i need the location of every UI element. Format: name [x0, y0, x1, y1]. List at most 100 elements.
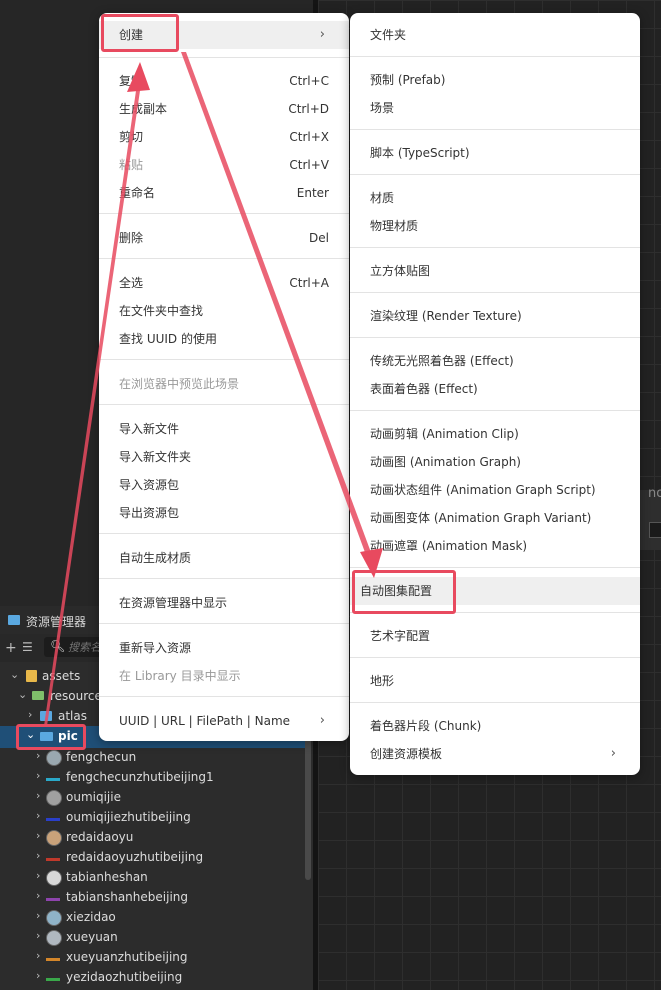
submenu-item-animation-clip[interactable]: 动画剪辑 (Animation Clip) — [350, 420, 640, 448]
submenu-item-label-atlas[interactable]: 艺术字配置 — [350, 622, 640, 650]
submenu-item-prefab[interactable]: 预制 (Prefab) — [350, 66, 640, 94]
menu-item-export-package[interactable]: 导出资源包 — [99, 499, 349, 527]
menu-item-paste[interactable]: 粘贴 Ctrl+V — [99, 151, 349, 179]
menu-item-import-package[interactable]: 导入资源包 — [99, 471, 349, 499]
menu-separator — [99, 213, 349, 214]
menu-item-label: 地形 — [370, 674, 395, 688]
tree-row[interactable]: › fengchecun — [0, 747, 305, 767]
submenu-item-material[interactable]: 材质 — [350, 184, 640, 212]
menu-item-find-uuid[interactable]: 查找 UUID 的使用 — [99, 325, 349, 353]
image-thumbnail-icon — [46, 818, 60, 821]
submenu-item-physics-material[interactable]: 物理材质 — [350, 212, 640, 240]
tree-row[interactable]: › xiezidao — [0, 907, 305, 927]
menu-separator — [350, 247, 640, 248]
tree-label: fengchecun — [66, 750, 137, 764]
chevron-right-icon[interactable]: › — [28, 708, 32, 721]
toolbar-button[interactable] — [649, 522, 661, 538]
tree-row[interactable]: › redaidaoyu — [0, 827, 305, 847]
annotation-box-create — [101, 14, 179, 52]
chevron-right-icon[interactable]: › — [36, 849, 40, 862]
menu-item-label: 重新导入资源 — [119, 641, 192, 655]
chevron-right-icon: › — [319, 713, 325, 728]
menu-item-find-in-folder[interactable]: 在文件夹中查找 — [99, 297, 349, 325]
menu-item-auto-material[interactable]: 自动生成材质 — [99, 544, 349, 572]
menu-item-delete[interactable]: 删除 Del — [99, 224, 349, 252]
tree-row[interactable]: › oumiqijiezhutibeijing — [0, 807, 305, 827]
menu-item-show-in-library[interactable]: 在 Library 目录中显示 — [99, 662, 349, 690]
database-icon — [26, 670, 37, 682]
submenu-item-animation-graph[interactable]: 动画图 (Animation Graph) — [350, 448, 640, 476]
menu-separator — [99, 57, 349, 58]
tree-row[interactable]: › tabianheshan — [0, 867, 305, 887]
chevron-right-icon[interactable]: › — [36, 749, 40, 762]
menu-item-cut[interactable]: 剪切 Ctrl+X — [99, 123, 349, 151]
chevron-right-icon[interactable]: › — [36, 909, 40, 922]
chevron-right-icon[interactable]: › — [36, 769, 40, 782]
chevron-right-icon[interactable]: › — [36, 949, 40, 962]
menu-item-label: 立方体贴图 — [370, 264, 431, 278]
chevron-down-icon[interactable]: ⌄ — [10, 668, 19, 681]
assets-panel-title: 资源管理器 — [26, 615, 87, 629]
chevron-right-icon[interactable]: › — [36, 869, 40, 882]
submenu-item-unlit-shader[interactable]: 传统无光照着色器 (Effect) — [350, 347, 640, 375]
menu-item-copy[interactable]: 复制 Ctrl+C — [99, 67, 349, 95]
chevron-down-icon[interactable]: ⌄ — [18, 688, 27, 701]
image-thumbnail-icon — [46, 778, 60, 781]
menu-item-label: 粘贴 — [119, 158, 144, 172]
submenu-item-cubemap[interactable]: 立方体贴图 — [350, 257, 640, 285]
menu-item-label: 在 Library 目录中显示 — [119, 669, 241, 683]
tree-row[interactable]: › redaidaoyuzhutibeijing — [0, 847, 305, 867]
tree-row[interactable]: › tabianshanhebeijing — [0, 887, 305, 907]
menu-separator — [350, 567, 640, 568]
tree-row[interactable]: › oumiqijie — [0, 787, 305, 807]
sort-icon[interactable]: ☰ — [22, 640, 33, 654]
menu-separator — [350, 410, 640, 411]
menu-item-label: 文件夹 — [370, 28, 407, 42]
menu-item-label: 物理材质 — [370, 219, 419, 233]
menu-item-import-file[interactable]: 导入新文件 — [99, 415, 349, 443]
submenu-item-animation-graph-variant[interactable]: 动画图变体 (Animation Graph Variant) — [350, 504, 640, 532]
menu-item-duplicate[interactable]: 生成副本 Ctrl+D — [99, 95, 349, 123]
chevron-right-icon[interactable]: › — [36, 789, 40, 802]
menu-item-label: 查找 UUID 的使用 — [119, 332, 217, 346]
chevron-right-icon[interactable]: › — [36, 829, 40, 842]
menu-item-label: 渲染纹理 (Render Texture) — [370, 309, 522, 323]
tree-row[interactable]: › xueyuan — [0, 927, 305, 947]
folder-icon — [8, 615, 20, 625]
image-thumbnail-icon — [46, 930, 62, 946]
submenu-item-terrain[interactable]: 地形 — [350, 667, 640, 695]
menu-item-label: 在资源管理器中显示 — [119, 596, 228, 610]
submenu-item-render-texture[interactable]: 渲染纹理 (Render Texture) — [350, 302, 640, 330]
image-thumbnail-icon — [46, 750, 62, 766]
chevron-right-icon: › — [319, 27, 325, 42]
menu-item-label: 导入新文件夹 — [119, 450, 192, 464]
submenu-item-surface-shader[interactable]: 表面着色器 (Effect) — [350, 375, 640, 403]
submenu-item-folder[interactable]: 文件夹 — [350, 21, 640, 49]
menu-item-rename[interactable]: 重命名 Enter — [99, 179, 349, 207]
submenu-item-script[interactable]: 脚本 (TypeScript) — [350, 139, 640, 167]
menu-item-label: 删除 — [119, 231, 144, 245]
chevron-right-icon[interactable]: › — [36, 809, 40, 822]
chevron-right-icon[interactable]: › — [36, 929, 40, 942]
submenu-item-scene[interactable]: 场景 — [350, 94, 640, 122]
menu-item-label: 艺术字配置 — [370, 629, 431, 643]
menu-item-label: 动画剪辑 (Animation Clip) — [370, 427, 519, 441]
tree-row[interactable]: › fengchecunzhutibeijing1 — [0, 767, 305, 787]
menu-item-select-all[interactable]: 全选 Ctrl+A — [99, 269, 349, 297]
submenu-item-shader-chunk[interactable]: 着色器片段 (Chunk) — [350, 712, 640, 740]
image-thumbnail-icon — [46, 830, 62, 846]
menu-item-show-in-explorer[interactable]: 在资源管理器中显示 — [99, 589, 349, 617]
tree-row[interactable]: › xueyuanzhutibeijing — [0, 947, 305, 967]
menu-item-label: 重命名 — [119, 186, 156, 200]
chevron-right-icon[interactable]: › — [36, 889, 40, 902]
menu-item-import-folder[interactable]: 导入新文件夹 — [99, 443, 349, 471]
menu-item-reimport[interactable]: 重新导入资源 — [99, 634, 349, 662]
chevron-right-icon[interactable]: › — [36, 969, 40, 982]
submenu-item-asset-template[interactable]: 创建资源模板 › — [350, 740, 640, 768]
menu-item-copy-path[interactable]: UUID | URL | FilePath | Name › — [99, 707, 349, 735]
add-icon[interactable]: + — [5, 640, 17, 656]
menu-item-preview-scene[interactable]: 在浏览器中预览此场景 — [99, 370, 349, 398]
submenu-item-animation-graph-script[interactable]: 动画状态组件 (Animation Graph Script) — [350, 476, 640, 504]
tree-row[interactable]: › yezidaozhutibeijing — [0, 967, 305, 987]
submenu-item-animation-mask[interactable]: 动画遮罩 (Animation Mask) — [350, 532, 640, 560]
